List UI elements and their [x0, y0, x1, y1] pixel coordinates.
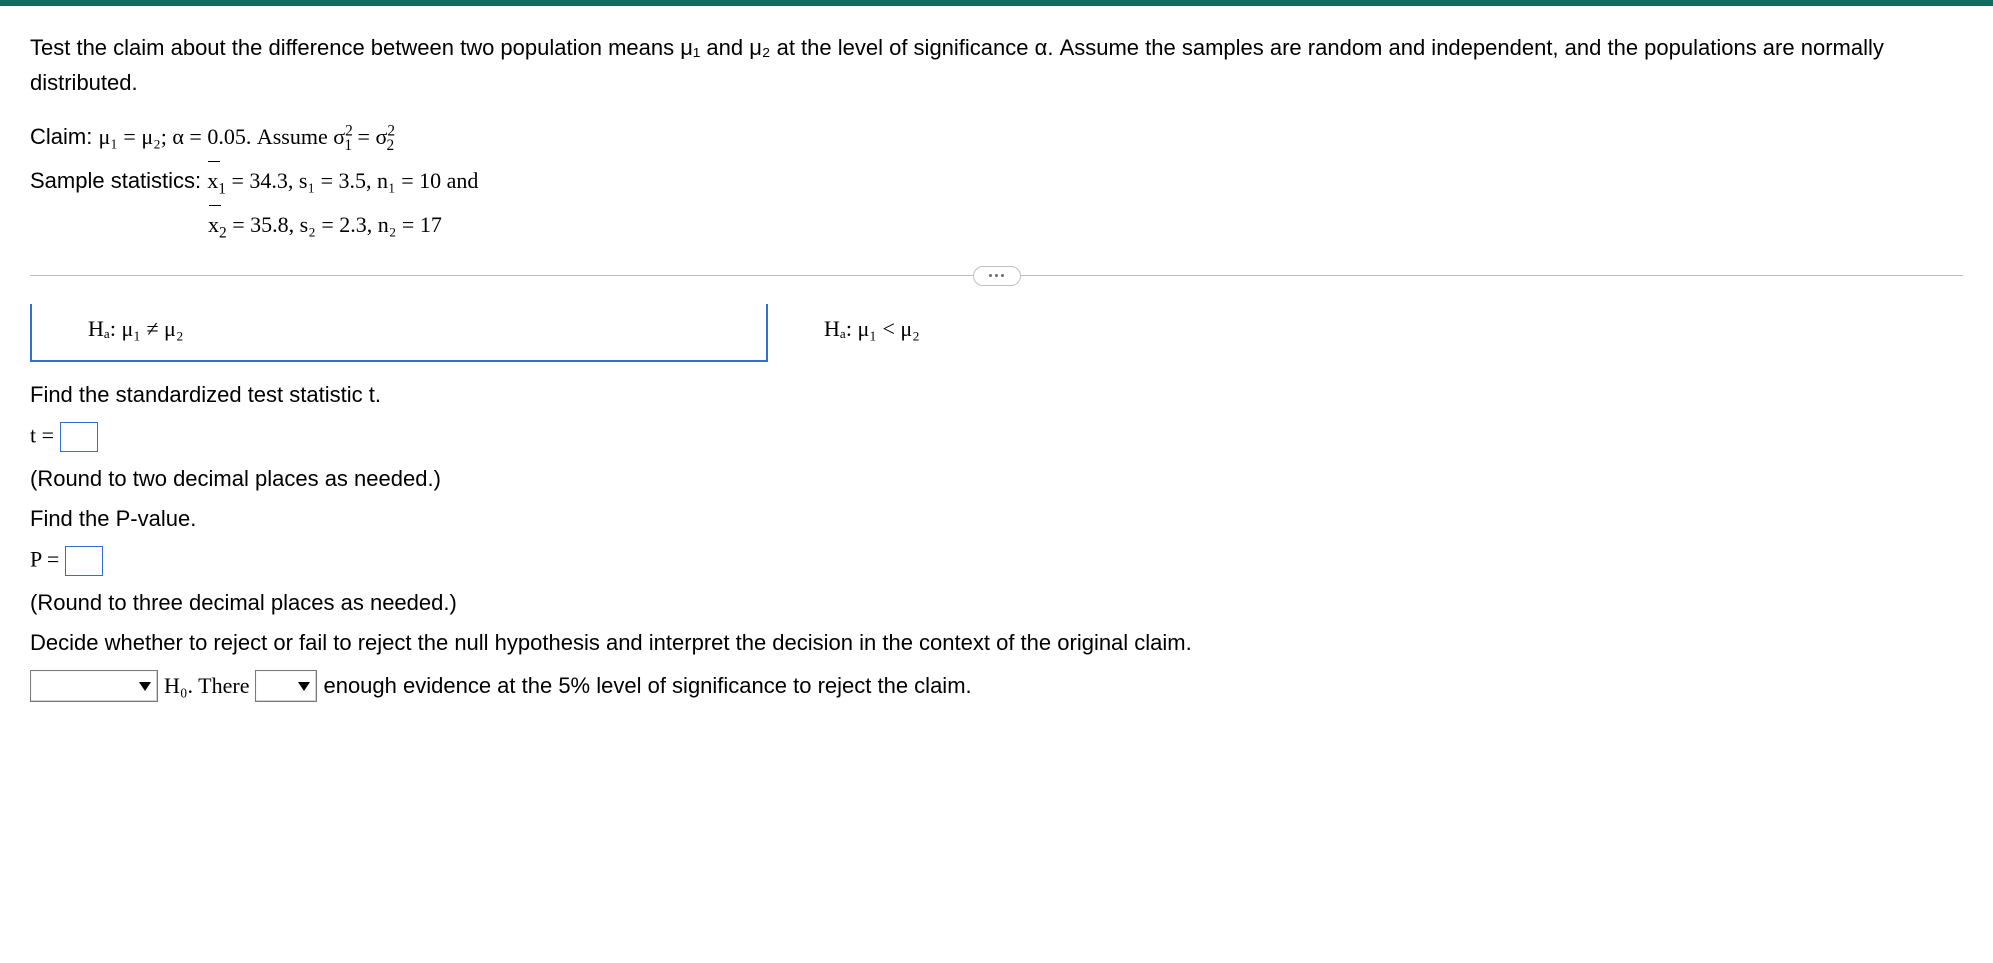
t-input-row: t = [30, 422, 1963, 452]
decision-dropdown[interactable] [30, 670, 158, 702]
find-p-prompt: Find the P-value. [30, 506, 1963, 532]
conclusion-row: H₀. There enough evidence at the 5% leve… [30, 670, 1963, 702]
sample-stats-label: Sample statistics: [30, 168, 207, 193]
xbar2-sub: 2 [219, 224, 227, 241]
sample-stats-line2: x2 = 35.8, s₂ = 2.3, n₂ = 17 [208, 204, 1963, 248]
dot-icon [989, 274, 992, 277]
p-label: P = [30, 547, 65, 572]
xbar1-symbol: x [207, 160, 218, 202]
p-value-input[interactable] [65, 546, 103, 576]
sigma2-sub: 2 [387, 137, 395, 154]
claim-label: Claim: [30, 124, 98, 149]
t-value-input[interactable] [60, 422, 98, 452]
t-label: t = [30, 423, 60, 448]
hypothesis-options-row: Hₐ: μ₁ ≠ μ₂ Hₐ: μ₁ < μ₂ [30, 304, 1963, 362]
dot-icon [1001, 274, 1004, 277]
xbar1-sub: 1 [218, 180, 226, 197]
sigma1-sub: 1 [344, 137, 352, 154]
evidence-dropdown[interactable] [255, 670, 317, 702]
dot-icon [995, 274, 998, 277]
sample-stats-line1: Sample statistics: x1 = 34.3, s₁ = 3.5, … [30, 160, 1963, 204]
section-divider [30, 275, 1963, 276]
option-right-text: Hₐ: μ₁ < μ₂ [824, 316, 920, 341]
stats-values-1: = 34.3, s₁ = 3.5, n₁ = 10 and [226, 168, 478, 193]
p-round-note: (Round to three decimal places as needed… [30, 590, 1963, 616]
chevron-down-icon [298, 682, 310, 691]
claim-expression: μ₁ = μ₂; α = 0.05. Assume [98, 124, 333, 149]
t-round-note: (Round to two decimal places as needed.) [30, 466, 1963, 492]
chevron-down-icon [139, 682, 151, 691]
h0-text: H₀. There [164, 673, 249, 699]
option-unselected[interactable]: Hₐ: μ₁ < μ₂ [768, 304, 1506, 362]
option-selected[interactable]: Hₐ: μ₁ ≠ μ₂ [30, 304, 768, 362]
intro-paragraph: Test the claim about the difference betw… [30, 30, 1963, 100]
decide-prompt: Decide whether to reject or fail to reje… [30, 630, 1963, 656]
claim-line: Claim: μ₁ = μ₂; α = 0.05. Assume σ21 = σ… [30, 116, 1963, 160]
stats-values-2: = 35.8, s₂ = 2.3, n₂ = 17 [227, 212, 442, 237]
xbar2-symbol: x [208, 204, 219, 246]
expand-pill-button[interactable] [973, 266, 1021, 286]
p-input-row: P = [30, 546, 1963, 576]
find-t-prompt: Find the standardized test statistic t. [30, 382, 1963, 408]
option-left-text: Hₐ: μ₁ ≠ μ₂ [88, 316, 184, 341]
problem-content: Test the claim about the difference betw… [0, 6, 1993, 756]
equals-sigma: = σ [352, 124, 387, 149]
conclusion-tail: enough evidence at the 5% level of signi… [323, 673, 971, 699]
